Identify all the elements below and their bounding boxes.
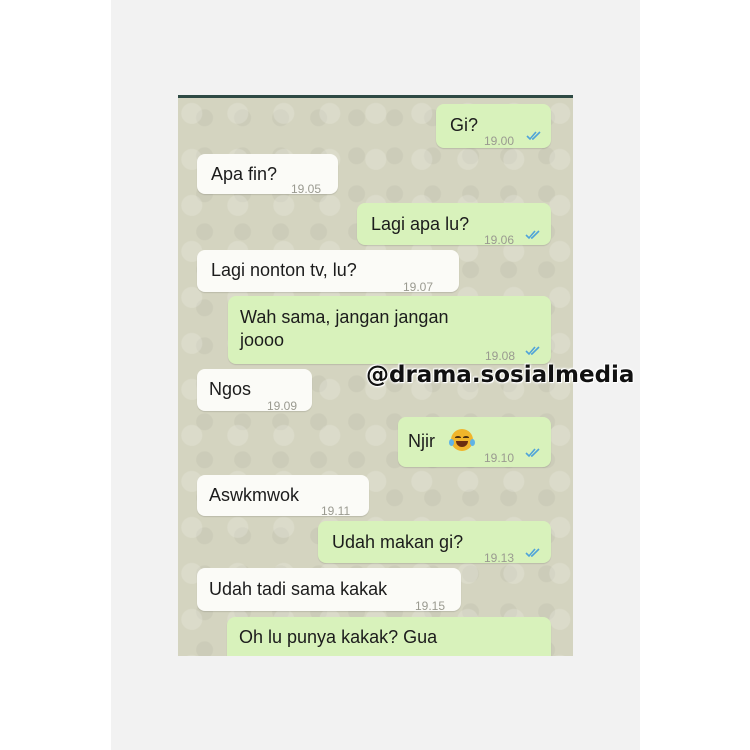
message-time: 19.13: [484, 551, 515, 565]
message-text: Lagi nonton tv, lu?: [211, 260, 357, 280]
read-receipt-icon: [525, 448, 540, 458]
read-receipt-icon: [525, 346, 540, 356]
message-text: Ngos: [209, 379, 252, 399]
chat-header-edge: [178, 95, 573, 98]
message-text: Udah makan gi?: [332, 532, 464, 552]
message-bubble-outgoing[interactable]: Oh lu punya kakak? Gua: [227, 617, 551, 656]
message-text: Njir: [408, 431, 435, 451]
message-text: Gi?: [450, 115, 479, 135]
message-time: 19.15: [415, 599, 446, 613]
watermark-handle: @drama.sosialmedia: [366, 362, 635, 388]
message-bubble-outgoing[interactable]: Njir 19.10: [398, 417, 551, 467]
message-bubble-outgoing[interactable]: Gi? 19.00: [436, 104, 551, 148]
message-text: joooo: [240, 330, 285, 350]
message-time: 19.09: [267, 399, 298, 413]
message-bubble-outgoing[interactable]: Wah sama, jangan jangan joooo 19.08: [228, 296, 551, 364]
page: Gi? 19.00 Apa fin? 19.05 Lagi apa lu? 19…: [0, 0, 750, 750]
message-bubble-outgoing[interactable]: Lagi apa lu? 19.06: [357, 203, 551, 247]
message-bubble-outgoing[interactable]: Udah makan gi? 19.13: [318, 521, 551, 565]
read-receipt-icon: [526, 131, 541, 141]
read-receipt-icon: [525, 230, 540, 240]
message-text: Lagi apa lu?: [371, 214, 470, 234]
read-receipt-icon: [525, 548, 540, 558]
message-text: Oh lu punya kakak? Gua: [239, 627, 438, 647]
message-time: 19.05: [291, 182, 322, 196]
message-bubble-incoming[interactable]: Aswkmwok 19.11: [197, 475, 369, 518]
laughing-with-tears-emoji-icon: [449, 429, 475, 451]
message-bubble-incoming[interactable]: Apa fin? 19.05: [197, 154, 338, 196]
message-bubble-incoming[interactable]: Lagi nonton tv, lu? 19.07: [197, 250, 459, 294]
message-bubble-incoming[interactable]: Udah tadi sama kakak 19.15: [197, 568, 461, 613]
message-time: 19.06: [484, 233, 515, 247]
message-text: Apa fin?: [211, 164, 278, 184]
message-text: Aswkmwok: [209, 485, 300, 505]
message-bubble-incoming[interactable]: Ngos 19.09: [197, 369, 312, 413]
message-text: Udah tadi sama kakak: [209, 579, 388, 599]
message-time: 19.00: [484, 134, 515, 148]
message-time: 19.10: [484, 451, 515, 465]
